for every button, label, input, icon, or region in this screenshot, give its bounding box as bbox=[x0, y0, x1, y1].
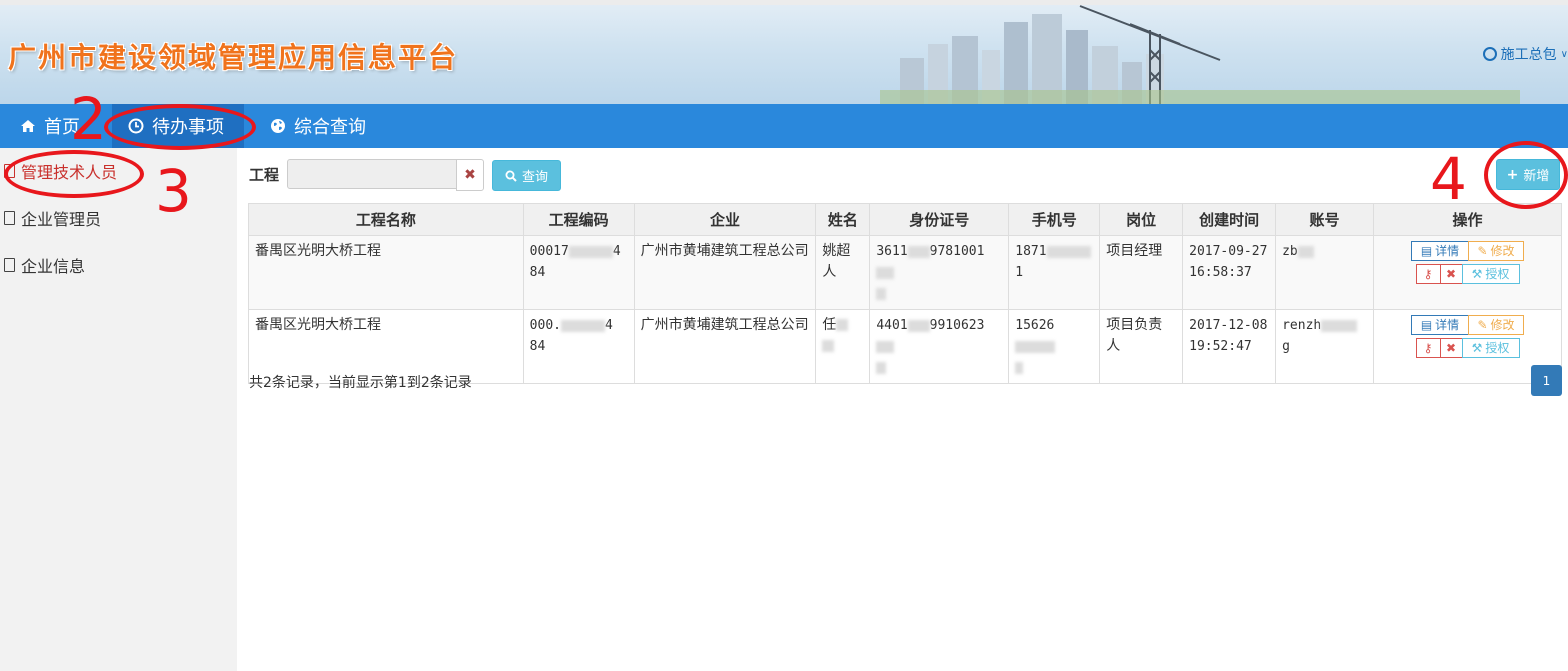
cell-actions: ▤ 详情 ✎ 修改 ⚷ ✖ ⚒ 授权 bbox=[1373, 235, 1562, 310]
query-button-label: 查询 bbox=[521, 170, 548, 185]
pencil-icon: ✎ bbox=[1477, 317, 1488, 332]
redacted-mask bbox=[1015, 340, 1056, 353]
column-header[interactable]: 企业 bbox=[633, 203, 817, 236]
column-header[interactable]: 账号 bbox=[1275, 203, 1375, 236]
close-icon: ✖ bbox=[1445, 340, 1457, 355]
annotation-number-4: 4 bbox=[1430, 145, 1467, 213]
clear-search-button[interactable]: ✖ bbox=[456, 159, 484, 191]
city-skyline-illustration bbox=[880, 5, 1520, 104]
record-count-info: 共2条记录，当前显示第1到2条记录 bbox=[249, 375, 472, 391]
pencil-icon: ✎ bbox=[1477, 243, 1488, 258]
cell-account: zb bbox=[1275, 235, 1375, 310]
column-header[interactable]: 身份证号 bbox=[869, 203, 1010, 236]
gavel-icon: ⚒ bbox=[1471, 266, 1483, 281]
redacted-mask bbox=[1046, 245, 1091, 258]
redacted-mask bbox=[568, 245, 613, 258]
key-icon: ⚷ bbox=[1423, 340, 1433, 355]
edit-button[interactable]: ✎ 修改 bbox=[1468, 315, 1525, 335]
annotation-ellipse-tech-staff bbox=[4, 150, 144, 198]
project-filter-label: 工程 bbox=[249, 166, 280, 184]
cell-company: 广州市黄埔建筑工程总公司 bbox=[633, 309, 817, 384]
cell-post: 项目经理 bbox=[1099, 235, 1184, 310]
project-search-input[interactable] bbox=[287, 159, 457, 189]
cell-name: 姚超人 bbox=[815, 235, 871, 310]
column-header[interactable]: 姓名 bbox=[815, 203, 871, 236]
platform-title: 广州市建设领域管理应用信息平台 bbox=[8, 41, 459, 74]
cell-id: 4401 9910623 bbox=[869, 309, 1010, 384]
authorize-button[interactable]: ⚒ 授权 bbox=[1461, 264, 1520, 284]
user-menu[interactable]: 施工总包 ∨ bbox=[1482, 44, 1568, 64]
authorize-button[interactable]: ⚒ 授权 bbox=[1461, 338, 1520, 358]
annotation-ellipse-todo bbox=[104, 104, 256, 150]
annotation-ellipse-add bbox=[1484, 141, 1568, 209]
cell-id: 3611 9781001 bbox=[869, 235, 1010, 310]
home-icon bbox=[21, 120, 35, 132]
cell-account: renzh g bbox=[1275, 309, 1375, 384]
document-icon bbox=[4, 211, 15, 225]
redacted-mask bbox=[822, 340, 835, 352]
gavel-icon: ⚒ bbox=[1471, 340, 1483, 355]
detail-button[interactable]: ▤ 详情 bbox=[1411, 241, 1470, 261]
cell-created: 2017-12-08 19:52:47 bbox=[1182, 309, 1277, 384]
cell-project: 番禺区光明大桥工程 bbox=[248, 235, 524, 310]
redacted-mask bbox=[876, 361, 887, 374]
detail-button[interactable]: ▤ 详情 bbox=[1411, 315, 1470, 335]
user-label: 施工总包 bbox=[1500, 47, 1557, 63]
annotation-number-3: 3 bbox=[155, 157, 192, 225]
sidebar-item-admin[interactable]: 企业管理员 bbox=[4, 206, 101, 230]
redacted-mask bbox=[907, 245, 930, 258]
redacted-mask bbox=[1321, 319, 1358, 332]
cell-post: 项目负责人 bbox=[1099, 309, 1184, 384]
redacted-mask bbox=[876, 287, 887, 300]
delete-button[interactable]: ✖ bbox=[1439, 338, 1463, 358]
column-header[interactable]: 岗位 bbox=[1099, 203, 1184, 236]
nav-query-label: 综合查询 bbox=[294, 117, 366, 138]
redacted-mask bbox=[1297, 245, 1314, 258]
document-icon bbox=[4, 258, 15, 272]
redacted-mask bbox=[836, 319, 849, 331]
redacted-mask bbox=[560, 319, 605, 332]
user-icon bbox=[1482, 47, 1497, 61]
table-header-row: 工程名称 工程编码 企业 姓名 身份证号 手机号 岗位 创建时间 账号 操作 bbox=[248, 203, 1562, 236]
sidebar-item-company-info[interactable]: 企业信息 bbox=[4, 253, 85, 277]
header-banner: 广州市建设领域管理应用信息平台 施工总包 ∨ bbox=[0, 0, 1568, 104]
redacted-mask bbox=[876, 340, 895, 353]
column-header[interactable]: 手机号 bbox=[1008, 203, 1101, 236]
staff-table: 工程名称 工程编码 企业 姓名 身份证号 手机号 岗位 创建时间 账号 操作 番… bbox=[248, 203, 1562, 384]
search-icon bbox=[505, 170, 517, 182]
sidebar: 管理技术人员 企业管理员 企业信息 bbox=[0, 148, 237, 671]
cell-code: 000. 4 84 bbox=[522, 309, 635, 384]
annotation-number-2: 2 bbox=[70, 85, 107, 153]
delete-button[interactable]: ✖ bbox=[1439, 264, 1463, 284]
cell-name: 任 bbox=[815, 309, 871, 384]
reset-password-button[interactable]: ⚷ bbox=[1415, 338, 1441, 358]
nav-query[interactable]: 综合查询 bbox=[270, 104, 366, 148]
column-header[interactable]: 工程名称 bbox=[248, 203, 524, 236]
redacted-mask bbox=[907, 319, 930, 332]
table-row[interactable]: 番禺区光明大桥工程 00017 4 84 广州市黄埔建筑工程总公司 姚超人 3611… bbox=[248, 235, 1562, 310]
cell-phone: 15626 bbox=[1008, 309, 1101, 384]
sidebar-item-label: 企业信息 bbox=[21, 257, 86, 276]
file-icon: ▤ bbox=[1420, 243, 1433, 258]
cell-code: 00017 4 84 bbox=[522, 235, 635, 310]
sidebar-item-label: 企业管理员 bbox=[21, 210, 102, 229]
page-button-1[interactable]: 1 bbox=[1531, 365, 1562, 396]
globe-icon bbox=[271, 119, 285, 133]
redacted-mask bbox=[876, 266, 895, 279]
query-button[interactable]: 查询 bbox=[492, 160, 561, 191]
reset-password-button[interactable]: ⚷ bbox=[1415, 264, 1441, 284]
cell-company: 广州市黄埔建筑工程总公司 bbox=[633, 235, 817, 310]
file-icon: ▤ bbox=[1420, 317, 1433, 332]
column-header[interactable]: 工程编码 bbox=[522, 203, 635, 236]
chevron-down-icon: ∨ bbox=[1560, 48, 1568, 60]
cell-created: 2017-09-27 16:58:37 bbox=[1182, 235, 1277, 310]
key-icon: ⚷ bbox=[1423, 266, 1433, 281]
close-icon: ✖ bbox=[1445, 266, 1457, 281]
close-icon: ✖ bbox=[464, 167, 476, 183]
column-header[interactable]: 创建时间 bbox=[1182, 203, 1277, 236]
edit-button[interactable]: ✎ 修改 bbox=[1468, 241, 1525, 261]
redacted-mask bbox=[1015, 361, 1024, 374]
cell-phone: 1871 1 bbox=[1008, 235, 1101, 310]
